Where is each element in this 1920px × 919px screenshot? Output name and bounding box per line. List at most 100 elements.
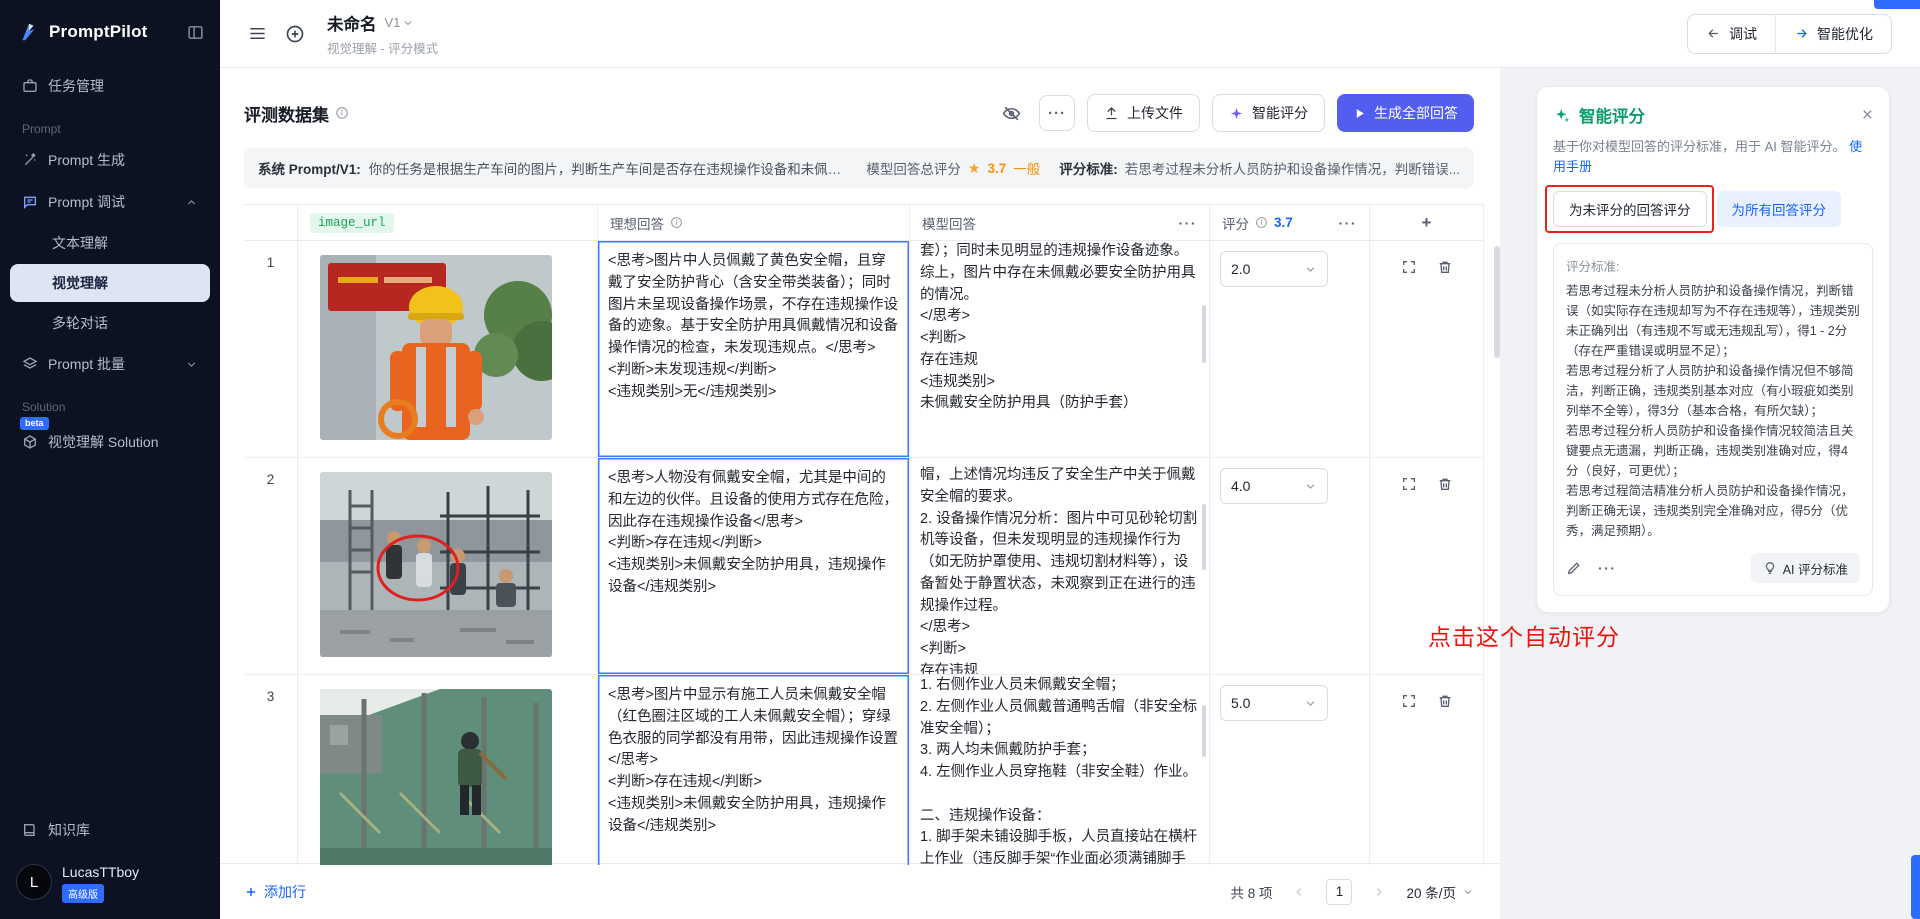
score-column-menu-icon[interactable]: ··· <box>1339 215 1358 231</box>
dataset-image-scaffold-worker[interactable] <box>320 689 552 865</box>
score-value: 2.0 <box>1231 261 1250 277</box>
score-unscored-button[interactable]: 为未评分的回答评分 <box>1553 191 1707 227</box>
debug-button[interactable]: 调试 <box>1688 15 1775 53</box>
dataset-image-worker-portrait[interactable] <box>320 255 552 440</box>
panel-description-text: 基于你对模型回答的评分标准，用于 AI 智能评分。 <box>1553 139 1846 154</box>
score-select[interactable]: 4.0 <box>1220 468 1328 504</box>
next-page-icon[interactable] <box>1366 879 1392 905</box>
ideal-answer-cell[interactable]: <思考>图片中显示有施工人员未佩戴安全帽（红色圈注区域的工人未佩戴安全帽）；穿绿… <box>598 675 910 865</box>
document-title-block: 未命名 V1 视觉理解 - 评分模式 <box>327 11 438 57</box>
page-title: 评测数据集 <box>244 101 349 126</box>
ai-criteria-label: AI 评分标准 <box>1783 559 1848 578</box>
right-zone: 智能评分 × 基于你对模型回答的评分标准，用于 AI 智能评分。 使用手册 为未… <box>1500 68 1920 919</box>
sidebar-item-multiturn-dialog[interactable]: 多轮对话 <box>10 304 210 342</box>
debug-button-label: 调试 <box>1729 24 1757 44</box>
total-score-label: 模型回答总评分 <box>866 158 961 178</box>
briefcase-icon <box>22 78 38 94</box>
ideal-answer-cell[interactable]: <思考>图片中人员佩戴了黄色安全帽，且穿戴了安全防护背心（含安全带类装备）；同时… <box>598 241 910 458</box>
cell-scrollbar[interactable] <box>1202 305 1206 363</box>
score-select[interactable]: 5.0 <box>1220 685 1328 721</box>
criteria-more-icon[interactable]: ··· <box>1598 560 1617 576</box>
score-all-button[interactable]: 为所有回答评分 <box>1717 191 1842 227</box>
dataset-image-construction-yard[interactable] <box>320 472 552 657</box>
version-selector[interactable]: V1 <box>385 15 415 30</box>
sidebar-item-vision-solution[interactable]: beta 视觉理解 Solution <box>10 422 210 462</box>
close-icon[interactable]: × <box>1862 106 1873 125</box>
sparkle-icon <box>1229 106 1244 121</box>
cell-scrollbar[interactable] <box>1202 705 1206 757</box>
score-cell: 5.0 <box>1210 675 1370 865</box>
smart-optimize-button[interactable]: 智能优化 <box>1775 15 1891 53</box>
panel-header: 智能评分 × <box>1553 103 1873 127</box>
ideal-answer-cell[interactable]: <思考>人物没有佩戴安全帽，尤其是中间的和左边的伙伴。且设备的使用方式存在危险，… <box>598 458 910 675</box>
model-column-menu-icon[interactable]: ··· <box>1179 215 1198 231</box>
cell-scrollbar[interactable] <box>1202 504 1206 570</box>
user-block[interactable]: L LucasTTboy 高级版 <box>0 852 220 919</box>
sidebar-item-prompt-batch[interactable]: Prompt 批量 <box>10 344 210 384</box>
system-prompt-bar[interactable]: 系统 Prompt/V1: 你的任务是根据生产车间的图片，判断生产车间是否存在违… <box>244 148 1474 188</box>
menu-icon[interactable] <box>248 24 267 43</box>
add-column-icon[interactable]: + <box>1422 213 1432 233</box>
chevron-down-icon <box>1304 480 1317 493</box>
model-score-summary: 模型回答总评分 ★ 3.7 一般 评分标准: 若思考过程未分析人员防护和设备操作… <box>866 158 1460 178</box>
model-answer-cell[interactable]: 帽，上述情况均违反了安全生产中关于佩戴安全帽的要求。 2. 设备操作情况分析：图… <box>910 458 1210 675</box>
sidebar-item-task-management[interactable]: 任务管理 <box>10 66 210 106</box>
generate-all-button[interactable]: 生成全部回答 <box>1337 94 1474 132</box>
image-cell <box>298 458 598 675</box>
sidebar-item-visual-understanding[interactable]: 视觉理解 <box>10 264 210 302</box>
model-column-label: 模型回答 <box>922 213 976 233</box>
sidebar-item-label: 视觉理解 <box>52 273 108 293</box>
sidebar-collapse-icon[interactable] <box>187 24 204 41</box>
trash-icon[interactable] <box>1437 259 1453 275</box>
model-answer-cell[interactable]: 1. 右侧作业人员未佩戴安全帽； 2. 左侧作业人员佩戴普通鸭舌帽（非安全标准安… <box>910 675 1210 865</box>
smart-score-button[interactable]: 智能评分 <box>1212 94 1325 132</box>
expand-icon[interactable] <box>1401 693 1417 709</box>
current-page[interactable]: 1 <box>1326 879 1352 905</box>
upload-file-label: 上传文件 <box>1127 103 1183 123</box>
version-label: V1 <box>385 15 401 30</box>
topbar: 未命名 V1 视觉理解 - 评分模式 调试 智能优化 <box>220 0 1920 68</box>
sidebar-item-prompt-generate[interactable]: Prompt 生成 <box>10 140 210 180</box>
system-prompt-text: 你的任务是根据生产车间的图片，判断生产车间是否存在违规操作设备和未佩戴安... <box>369 158 849 178</box>
row-index: 3 <box>244 675 298 865</box>
score-select[interactable]: 2.0 <box>1220 251 1328 287</box>
sidebar-item-text-understanding[interactable]: 文本理解 <box>10 224 210 262</box>
page-size-label: 20 条/页 <box>1406 882 1456 902</box>
sidebar-logo-row: PromptPilot <box>0 0 220 56</box>
optimize-button-label: 智能优化 <box>1817 24 1873 44</box>
info-icon[interactable] <box>670 216 683 229</box>
info-icon[interactable] <box>335 106 349 120</box>
generate-all-label: 生成全部回答 <box>1374 103 1458 123</box>
cube-icon <box>22 434 38 450</box>
eye-off-icon[interactable] <box>996 98 1027 129</box>
sidebar-item-prompt-debug[interactable]: Prompt 调试 <box>10 182 210 222</box>
pencil-icon[interactable] <box>1566 560 1582 576</box>
trash-icon[interactable] <box>1437 693 1453 709</box>
plus-circle-icon[interactable] <box>285 24 305 44</box>
score-unscored-label: 为未评分的回答评分 <box>1569 199 1691 219</box>
trash-icon[interactable] <box>1437 476 1453 492</box>
sidebar-item-knowledge-base[interactable]: 知识库 <box>10 810 210 850</box>
row-index: 2 <box>244 458 298 675</box>
add-row-button[interactable]: 添加行 <box>244 882 306 902</box>
mode-switch: 调试 智能优化 <box>1687 14 1892 54</box>
more-actions-button[interactable]: ··· <box>1039 95 1075 131</box>
promptpilot-logo-icon <box>16 20 40 44</box>
expand-icon[interactable] <box>1401 476 1417 492</box>
page-size-select[interactable]: 20 条/页 <box>1406 882 1474 902</box>
expand-icon[interactable] <box>1401 259 1417 275</box>
page-scrollbar-thumb[interactable] <box>1911 855 1920 919</box>
magic-wand-icon <box>22 152 38 168</box>
score-value: 4.0 <box>1231 478 1250 494</box>
upload-file-button[interactable]: 上传文件 <box>1087 94 1200 132</box>
prev-page-icon[interactable] <box>1286 879 1312 905</box>
bulb-icon <box>1763 561 1777 575</box>
bottom-bar: 添加行 共 8 项 1 20 条/页 <box>220 863 1500 919</box>
criteria-text[interactable]: 若思考过程未分析人员防护和设备操作情况，判断错误（如实际存在违规却写为不存在违规… <box>1566 281 1860 541</box>
model-answer-cell[interactable]: 套）；同时未见明显的违规操作设备迹象。 综上，图片中存在未佩戴必要安全防护用具的… <box>910 241 1210 458</box>
criteria-box: 评分标准: 若思考过程未分析人员防护和设备操作情况，判断错误（如实际存在违规却写… <box>1553 243 1873 596</box>
image-url-badge: image_url <box>310 213 394 233</box>
info-icon[interactable] <box>1255 216 1268 229</box>
arrow-right-icon <box>1794 26 1809 41</box>
ai-criteria-button[interactable]: AI 评分标准 <box>1751 553 1860 583</box>
